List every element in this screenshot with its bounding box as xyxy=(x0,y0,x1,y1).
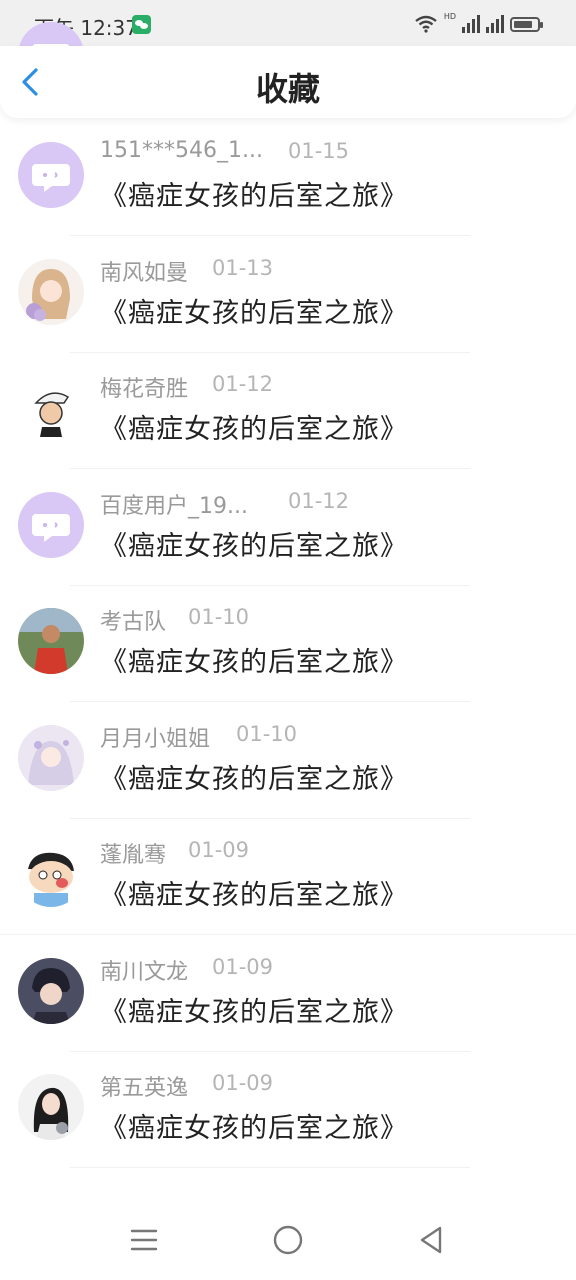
list-item[interactable]: 百度用户_19... 01-12 《癌症女孩的后室之旅》 xyxy=(0,470,576,587)
book-title[interactable]: 《癌症女孩的后室之旅》 xyxy=(100,757,408,796)
header-bar: 收藏 xyxy=(0,46,576,118)
favorite-date: 01-10 xyxy=(188,605,250,629)
list-item[interactable]: 考古队 01-10 《癌症女孩的后室之旅》 xyxy=(0,586,576,703)
avatar[interactable] xyxy=(18,258,84,325)
user-name: 151***546_1... xyxy=(100,138,263,163)
book-title[interactable]: 《癌症女孩的后室之旅》 xyxy=(100,174,408,213)
avatar[interactable] xyxy=(18,142,84,208)
book-title[interactable]: 《癌症女孩的后室之旅》 xyxy=(100,990,408,1029)
book-title[interactable]: 《癌症女孩的后室之旅》 xyxy=(100,873,408,912)
avatar[interactable] xyxy=(18,491,84,558)
user-name: 百度用户_19... xyxy=(100,493,248,519)
favorite-date: 01-09 xyxy=(212,954,274,979)
menu-icon[interactable] xyxy=(126,1222,162,1258)
row-divider xyxy=(70,1167,470,1168)
avatar[interactable] xyxy=(18,1074,84,1140)
user-name: 第五英逸 xyxy=(100,1076,189,1101)
avatar[interactable] xyxy=(18,608,84,674)
avatar[interactable] xyxy=(18,957,84,1024)
favorite-date: 01-12 xyxy=(288,488,350,513)
user-name: 南风如曼 xyxy=(100,260,189,286)
user-name: 梅花奇胜 xyxy=(100,377,189,402)
list-item[interactable]: 梅花奇胜 01-12 《癌症女孩的后室之旅》 xyxy=(0,353,576,470)
list-item[interactable]: 月月小姐姐 01-10 《癌症女孩的后室之旅》 xyxy=(0,703,576,820)
book-title[interactable]: 《癌症女孩的后室之旅》 xyxy=(100,524,408,563)
avatar[interactable] xyxy=(18,841,84,907)
favorite-date: 01-09 xyxy=(212,1071,274,1095)
book-title[interactable]: 《癌症女孩的后室之旅》 xyxy=(100,640,408,679)
list-item[interactable]: 151***546_1... 01-15 《癌症女孩的后室之旅》 xyxy=(0,120,576,237)
user-name: 蓬胤骞 xyxy=(100,843,167,868)
avatar[interactable] xyxy=(18,724,84,791)
book-title[interactable]: 《癌症女孩的后室之旅》 xyxy=(100,407,408,446)
avatar[interactable] xyxy=(18,375,84,441)
favorite-date: 01-09 xyxy=(188,838,250,862)
home-icon[interactable] xyxy=(270,1222,306,1258)
user-name: 月月小姐姐 xyxy=(100,726,211,752)
book-title[interactable]: 《癌症女孩的后室之旅》 xyxy=(100,291,408,330)
user-name: 考古队 xyxy=(100,610,167,635)
book-title[interactable]: 《癌症女孩的后室之旅》 xyxy=(100,1106,408,1145)
system-nav-bar xyxy=(0,1200,576,1280)
list-item[interactable]: 蓬胤骞 01-09 《癌症女孩的后室之旅》 xyxy=(0,819,576,936)
favorite-date: 01-10 xyxy=(236,721,298,746)
favorite-date: 01-12 xyxy=(212,372,274,396)
list-item[interactable]: 南风如曼 01-13 《癌症女孩的后室之旅》 xyxy=(0,237,576,354)
back-nav-icon[interactable] xyxy=(414,1222,450,1258)
favorite-date: 01-15 xyxy=(288,139,350,163)
list-item[interactable]: 第五英逸 01-09 《癌症女孩的后室之旅》 xyxy=(0,1052,576,1169)
favorite-date: 01-13 xyxy=(212,255,274,280)
user-name: 南川文龙 xyxy=(100,959,189,985)
list-item[interactable]: 南川文龙 01-09 《癌症女孩的后室之旅》 xyxy=(0,936,576,1053)
page-title: 收藏 xyxy=(255,70,320,108)
